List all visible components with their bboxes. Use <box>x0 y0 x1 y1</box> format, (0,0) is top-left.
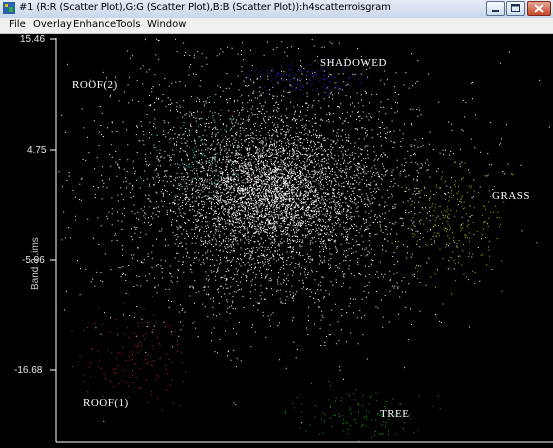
menu-window[interactable]: Window <box>147 19 186 30</box>
region-label-tree: TREE <box>380 408 410 420</box>
close-button[interactable] <box>527 1 551 16</box>
y-tick-label: -16.68 <box>14 365 43 376</box>
region-label-shadowed: SHADOWED <box>320 57 387 69</box>
y-axis-title: Band 3 .ims <box>30 237 41 290</box>
minimize-button[interactable] <box>486 1 505 16</box>
menu-overlay[interactable]: Overlay <box>33 19 72 30</box>
scatter-point-series <box>380 161 514 295</box>
region-label-grass: GRASS <box>492 190 530 202</box>
menu-tools[interactable]: Tools <box>116 19 141 30</box>
maximize-icon <box>511 4 520 12</box>
maximize-button[interactable] <box>506 1 525 16</box>
scatter-point-series <box>71 293 228 411</box>
y-axis-ticks <box>50 38 56 371</box>
scatter-point-series <box>58 38 550 424</box>
menu-enhance[interactable]: Enhance <box>73 19 116 30</box>
menu-file[interactable]: File <box>9 19 26 30</box>
window-title: #1 (R:R (Scatter Plot),G:G (Scatter Plot… <box>19 2 391 13</box>
app-icon <box>3 2 15 14</box>
close-icon <box>534 4 544 13</box>
menu-bar: File Overlay Enhance Tools Window <box>0 18 553 34</box>
scatter-plot <box>50 38 553 443</box>
region-label-roof1: ROOF(1) <box>83 397 129 409</box>
minimize-icon <box>492 10 499 12</box>
scatter-point-series <box>284 381 441 442</box>
scatter-plot-area[interactable]: 15.46 4.75 -5.96 -16.68 Band 3 .ims ROOF… <box>0 34 553 448</box>
y-tick-label: 4.75 <box>27 145 47 156</box>
scatter-points <box>58 38 550 442</box>
title-bar[interactable]: #1 (R:R (Scatter Plot),G:G (Scatter Plot… <box>0 0 553 19</box>
scatter-plot-window: #1 (R:R (Scatter Plot),G:G (Scatter Plot… <box>0 0 553 448</box>
y-tick-label: 15.46 <box>20 34 46 45</box>
region-label-roof2: ROOF(2) <box>72 79 118 91</box>
